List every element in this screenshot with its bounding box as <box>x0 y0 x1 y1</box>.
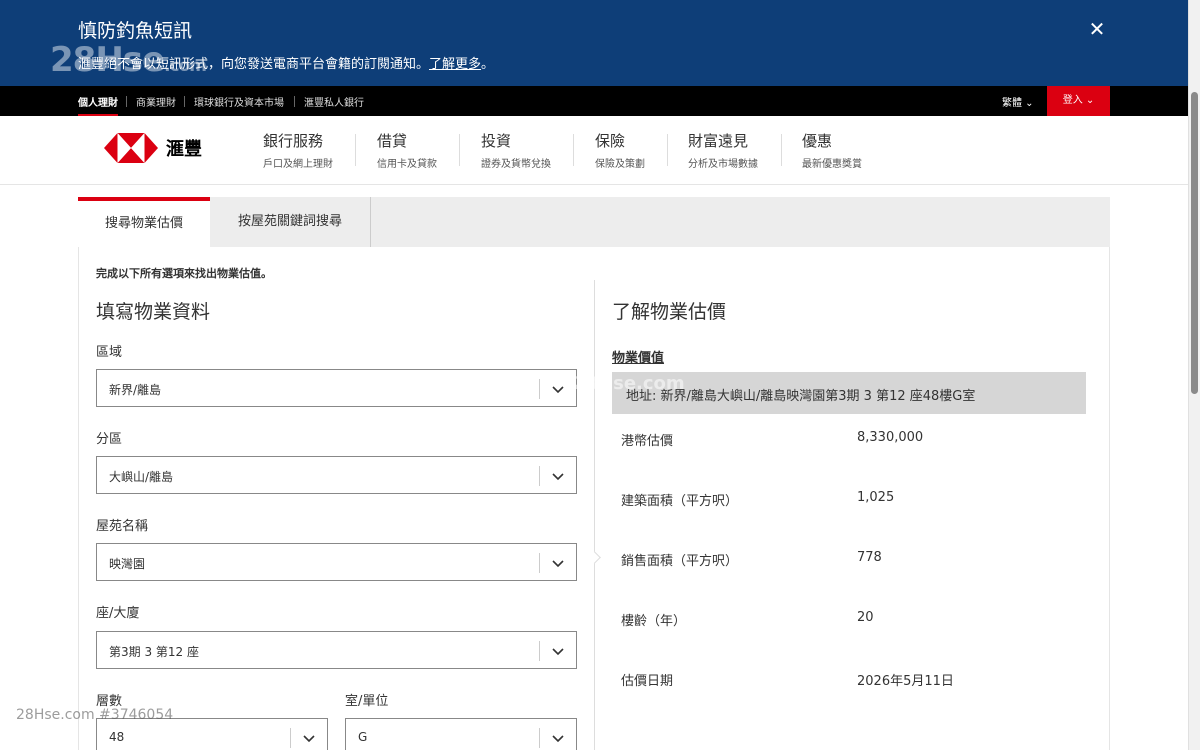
site-header: 滙豐 銀行服務 戶口及網上理財 借貸 信用卡及貸款 投資 證券及貨幣兌換 保險 … <box>0 116 1188 185</box>
phishing-notice-banner: 慎防釣魚短訊 滙豐絕不會以短訊形式，向您發送電商平台會籍的訂閱通知。了解更多。 … <box>0 0 1188 86</box>
result-label: 港幣估價 <box>621 434 674 449</box>
valuation-date-value: 2026年5月11日 <box>857 674 954 689</box>
notice-text-end: 。 <box>481 57 495 72</box>
result-label: 樓齡（年） <box>621 614 687 629</box>
topnav-private-banking[interactable]: 滙豐私人銀行 <box>304 94 364 109</box>
topnav-global-banking[interactable]: 環球銀行及資本市場 <box>194 94 284 109</box>
chevron-down-icon <box>552 735 564 743</box>
nav-wealth-insights[interactable]: 財富遠見 分析及市場數據 <box>688 130 758 170</box>
result-label: 估價日期 <box>621 674 674 689</box>
watermark-logo: 28Hse.com <box>50 40 207 80</box>
saleable-area-value: 778 <box>857 550 882 565</box>
nav-borrowing[interactable]: 借貸 信用卡及貸款 <box>377 130 437 170</box>
topnav-commercial[interactable]: 商業理財 <box>136 94 176 109</box>
chevron-down-icon <box>552 473 564 481</box>
chevron-down-icon <box>552 560 564 568</box>
page-scrollbar[interactable] <box>1188 0 1200 750</box>
field-label-block: 座/大廈 <box>96 606 140 621</box>
result-label: 銷售面積（平方呎） <box>621 554 739 569</box>
tab-property-valuation-search[interactable]: 搜尋物業估價 <box>78 197 210 247</box>
block-select[interactable]: 第3期 3 第12 座 <box>96 631 577 669</box>
instruction-text: 完成以下所有選項來找出物業估值。 <box>96 267 272 280</box>
field-label-region: 區域 <box>96 345 123 360</box>
chevron-down-icon <box>552 648 564 656</box>
gross-area-value: 1,025 <box>857 490 895 505</box>
nav-insurance[interactable]: 保險 保險及策劃 <box>595 130 645 170</box>
valuation-value: 8,330,000 <box>857 430 924 445</box>
login-button[interactable]: 登入 ⌄ <box>1047 86 1110 116</box>
notice-title: 慎防釣魚短訊 <box>78 20 193 42</box>
result-label: 建築面積（平方呎） <box>621 494 739 509</box>
hexagon-logo-icon <box>104 133 158 163</box>
close-icon[interactable]: ✕ <box>1086 18 1108 40</box>
property-value-heading: 物業價值 <box>612 351 665 366</box>
brand-name: 滙豐 <box>166 139 202 160</box>
scroll-thumb[interactable] <box>1191 92 1198 394</box>
watermark-bottom: 28Hse.com #3746054 <box>16 707 174 723</box>
hsbc-logo[interactable]: 滙豐 <box>104 133 202 163</box>
district-select[interactable]: 大嶼山/離島 <box>96 456 577 494</box>
tab-keyword-search[interactable]: 按屋苑關鍵詞搜尋 <box>210 197 371 247</box>
valuation-panel: 完成以下所有選項來找出物業估值。 填寫物業資料 區域 新界/離島 分區 大嶼山/… <box>78 247 1110 750</box>
column-divider <box>594 280 595 750</box>
language-selector[interactable]: 繁體 ⌄ <box>1002 94 1034 109</box>
nav-investing[interactable]: 投資 證券及貨幣兌換 <box>481 130 551 170</box>
chevron-down-icon <box>552 386 564 394</box>
estate-select[interactable]: 映灣園 <box>96 543 577 581</box>
unit-select[interactable]: G <box>345 718 577 750</box>
region-select[interactable]: 新界/離島 <box>96 369 577 407</box>
topnav-personal[interactable]: 個人理財 <box>78 94 118 117</box>
nav-offers[interactable]: 優惠 最新優惠獎賞 <box>802 130 862 170</box>
field-label-district: 分區 <box>96 432 123 447</box>
nav-banking[interactable]: 銀行服務 戶口及網上理財 <box>263 130 333 170</box>
divider-arrow <box>588 551 601 564</box>
watermark-middle: 28Hse.com <box>573 373 685 394</box>
field-label-estate: 屋苑名稱 <box>96 519 149 534</box>
tab-bar: 搜尋物業估價 按屋苑關鍵詞搜尋 <box>78 197 1110 247</box>
chevron-down-icon <box>303 735 315 743</box>
building-age-value: 20 <box>857 610 874 625</box>
form-title: 填寫物業資料 <box>96 301 211 323</box>
learn-more-link[interactable]: 了解更多 <box>429 57 481 72</box>
page: 慎防釣魚短訊 滙豐絕不會以短訊形式，向您發送電商平台會籍的訂閱通知。了解更多。 … <box>0 0 1200 750</box>
field-label-unit: 室/單位 <box>345 694 389 709</box>
result-title: 了解物業估價 <box>612 301 727 323</box>
top-navigation: 個人理財 商業理財 環球銀行及資本市場 滙豐私人銀行 繁體 ⌄ 登入 ⌄ <box>0 86 1188 117</box>
